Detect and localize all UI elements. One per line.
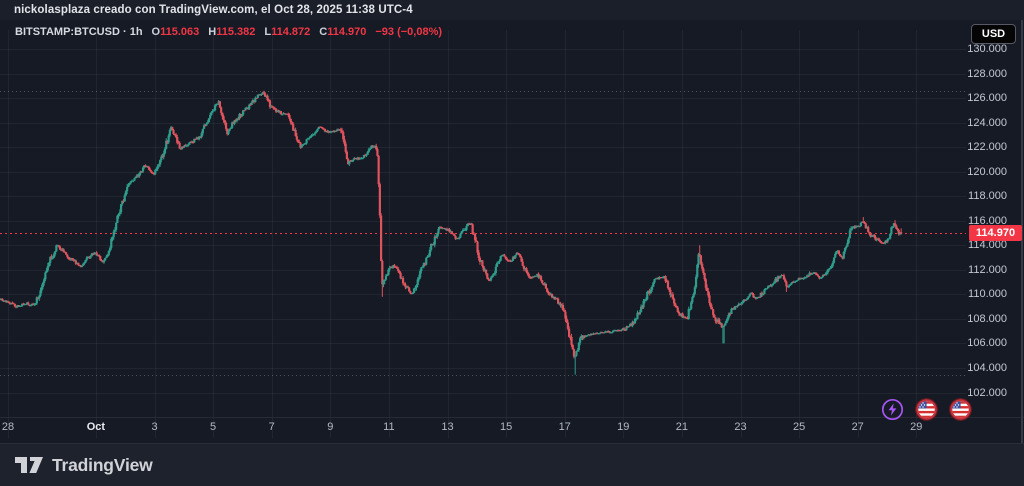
us-flag-icon[interactable] [914,397,939,422]
time-axis-label: 15 [486,421,526,434]
symbol-label: BITSTAMP:BTCUSD [15,26,120,38]
change-value: −93 (−0,08%) [375,25,442,40]
time-axis-label: 27 [838,421,878,434]
time-axis-label: 7 [252,421,292,434]
corner-icons [880,397,973,422]
time-axis-label: Oct [76,421,116,434]
price-axis-label: 120.000 [947,166,1007,178]
high-value: 115.382 [216,26,255,38]
time-axis-label: 25 [779,421,819,434]
tradingview-logo-icon [14,453,44,477]
tradingview-brand-text: TradingView [52,455,153,476]
currency-toggle-button[interactable]: USD [971,24,1016,44]
time-axis-label: 29 [896,421,936,434]
time-axis-label: 19 [603,421,643,434]
time-axis-label: 13 [428,421,468,434]
price-axis-label: 126.000 [947,92,1007,104]
price-axis-label: 110.000 [947,288,1007,300]
price-axis-label: 124.000 [947,117,1007,129]
time-axis-label: 21 [662,421,702,434]
last-price-badge: 114.970 [969,225,1022,241]
time-axis-label: 11 [369,421,409,434]
footer-bar: TradingView [0,443,1024,486]
time-axis-label: 17 [545,421,585,434]
us-flag-icon[interactable] [948,397,973,422]
price-axis-label: 130.000 [947,43,1007,55]
time-axis-label: 5 [193,421,233,434]
price-axis-label: 106.000 [947,337,1007,349]
legend-separator: · [123,26,127,38]
price-axis-label: 122.000 [947,141,1007,153]
ohlc-legend: BITSTAMP:BTCUSD · 1h O115.063 H115.382 L… [15,25,442,40]
price-axis-label: 118.000 [947,190,1007,202]
time-axis-label: 3 [135,421,175,434]
candlestick-chart[interactable] [0,20,1024,443]
time-axis-label: 9 [310,421,350,434]
price-axis-label: 108.000 [947,313,1007,325]
price-axis-label: 114.000 [947,239,1007,251]
time-axis-label: 28 [0,421,28,434]
price-axis-label: 104.000 [947,362,1007,374]
chart-pane: BITSTAMP:BTCUSD · 1h O115.063 H115.382 L… [0,20,1024,443]
close-value: 114.970 [327,26,366,38]
price-axis-label: 112.000 [947,264,1007,276]
attribution-bar: nickolasplaza creado con TradingView.com… [0,0,1024,20]
time-axis-label: 23 [721,421,761,434]
tradingview-logo[interactable]: TradingView [14,453,153,477]
price-axis-label: 128.000 [947,68,1007,80]
interval-label: 1h [130,26,143,38]
open-label: O [152,26,161,38]
lightning-icon[interactable] [880,397,905,422]
low-value: 114.872 [271,26,310,38]
open-value: 115.063 [160,26,199,38]
